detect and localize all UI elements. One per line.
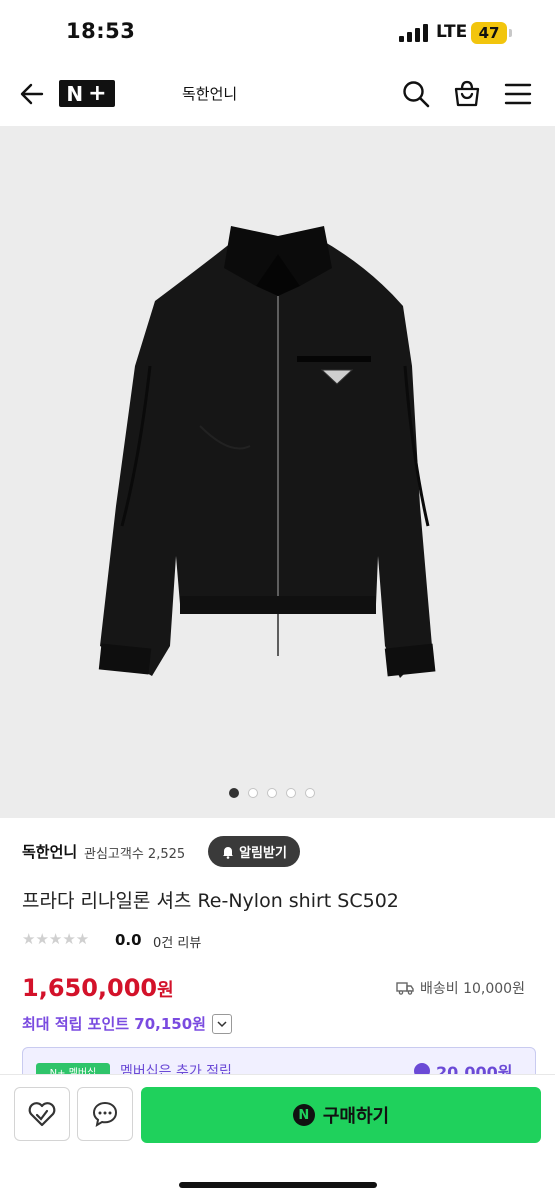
back-arrow-icon [20, 83, 44, 105]
seller-name[interactable]: 독한언니 [22, 841, 77, 862]
product-image-gallery[interactable] [0, 126, 555, 818]
shipping-info: 배송비 10,000원 [396, 978, 525, 998]
status-time: 18:53 [66, 19, 136, 43]
chevron-down-icon [217, 1020, 227, 1027]
gallery-pagination[interactable] [229, 788, 315, 800]
menu-button[interactable] [504, 80, 534, 110]
rating-stars: ★★★★★ [22, 930, 90, 948]
product-photo [98, 226, 436, 678]
shipping-label: 배송비 10,000원 [420, 981, 525, 997]
points-expand-button[interactable] [211, 1013, 232, 1034]
battery-tip [509, 29, 512, 37]
battery-icon: 47 [471, 22, 507, 44]
product-title: 프라다 리나일론 셔츠 Re-Nylon shirt SC502 [22, 890, 399, 912]
points-label: 최대 적립 포인트 70,150원 [22, 1015, 206, 1033]
naver-plus-logo[interactable]: N + [59, 80, 115, 107]
store-title[interactable]: 독한언니 [182, 83, 237, 104]
review-count[interactable]: 0건 리뷰 [153, 932, 201, 951]
followers-count: 관심고객수 2,525 [84, 847, 186, 862]
naver-pay-icon: N [292, 1104, 315, 1126]
network-label: LTE [436, 22, 468, 42]
buy-button[interactable]: N 구매하기 [141, 1087, 541, 1143]
logo-letter: N [66, 81, 85, 106]
search-button[interactable] [401, 79, 431, 109]
heart-check-icon [28, 1102, 56, 1127]
gallery-dot[interactable] [286, 788, 296, 798]
price-value: 1,650,000 [22, 974, 158, 1002]
rating-value: 0.0 [115, 931, 142, 949]
hamburger-menu-icon [504, 83, 532, 105]
buy-label: 구매하기 [322, 1106, 390, 1127]
gallery-dot[interactable] [248, 788, 258, 798]
product-price: 1,650,000원 [22, 974, 174, 1002]
shopping-bag-icon [454, 80, 480, 107]
alarm-button[interactable]: 알림받기 [208, 836, 300, 867]
bell-icon [223, 846, 234, 859]
wishlist-button[interactable] [14, 1087, 70, 1141]
truck-icon [396, 982, 414, 995]
chat-button[interactable] [77, 1087, 133, 1141]
max-points-row[interactable]: 최대 적립 포인트 70,150원 [22, 1013, 232, 1034]
status-bar: 18:53 LTE 47 [0, 0, 555, 64]
search-icon [403, 81, 430, 108]
cart-button[interactable] [452, 79, 482, 109]
gallery-dot[interactable] [305, 788, 315, 798]
gallery-dot[interactable] [267, 788, 277, 798]
price-unit: 원 [157, 980, 174, 1001]
home-indicator [179, 1182, 377, 1188]
chat-bubble-icon [92, 1101, 118, 1128]
gallery-dot[interactable] [229, 788, 239, 798]
logo-plus: + [88, 81, 108, 106]
signal-icon [399, 24, 429, 42]
back-button[interactable] [18, 80, 46, 108]
alarm-label: 알림받기 [239, 846, 287, 861]
